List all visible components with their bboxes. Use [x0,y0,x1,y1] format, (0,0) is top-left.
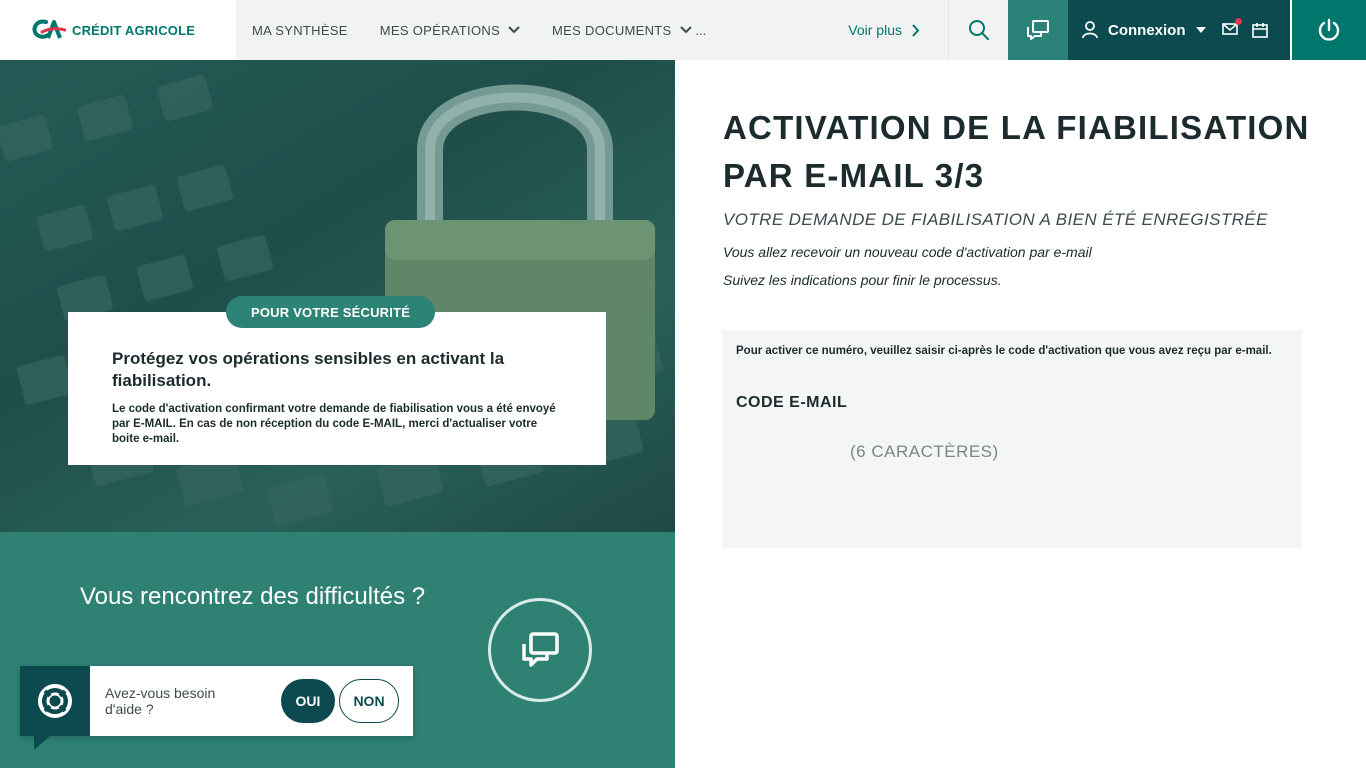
chat-button[interactable] [1008,0,1068,60]
code-email-label: CODE E-MAIL [736,394,848,411]
chevron-down-icon [508,26,520,34]
help-no-button[interactable]: NON [339,679,399,723]
messages-button[interactable] [1221,17,1242,39]
security-title: Protégez vos opérations sensibles en act… [112,349,505,390]
connexion-label: Connexion [1108,21,1186,39]
security-badge: POUR VOTRE SÉCURITÉ [226,296,436,328]
help-chat-button[interactable] [488,598,592,702]
user-icon [1082,21,1098,39]
security-card: Protégez vos opérations sensibles en act… [68,312,606,465]
brand-logo-icon [32,19,66,39]
nav-overflow-ellipsis: ... [695,22,707,38]
search-icon [968,20,989,40]
confirmation-subtitle: VOTRE DEMANDE DE FIABILISATION A BIEN ÉT… [723,210,1268,229]
code-email-input[interactable] [850,438,1150,466]
power-icon [1318,18,1340,41]
security-hero-image: POUR VOTRE SÉCURITÉ Protégez vos opérati… [0,60,675,532]
connexion-menu[interactable]: Connexion [1068,0,1290,60]
nav-item-label: MA SYNTHÈSE [252,22,348,38]
nav-item-label: MES OPÉRATIONS [379,22,501,38]
main-nav: MA SYNTHÈSE MES OPÉRATIONS MES DOCUMENTS… [236,0,948,60]
mail-icon [1221,22,1238,35]
logout-button[interactable] [1290,0,1366,60]
nav-item-synthese[interactable]: MA SYNTHÈSE [236,0,364,60]
top-header: CRÉDIT AGRICOLE MA SYNTHÈSE MES OPÉRATIO… [0,0,1366,60]
notification-dot [1234,17,1242,25]
security-text: Le code d'activation confirmant votre de… [112,403,556,445]
caret-down-icon [1195,27,1206,33]
main-content: ACTIVATION DE LA FIABILISATION PAR E-MAI… [675,60,1366,768]
search-button[interactable] [948,0,1008,60]
chevron-down-icon [679,26,692,34]
brand-logo[interactable]: CRÉDIT AGRICOLE [0,0,236,60]
chat-icon [522,632,559,667]
calendar-icon[interactable] [1251,22,1268,38]
lifebuoy-icon [38,684,72,718]
voir-plus-label: Voir plus [848,22,902,38]
help-widget: Avez-vous besoin d'aide ? OUI NON [20,666,413,750]
help-question: Vous rencontrez des difficultés ? [80,583,426,610]
help-yes-button[interactable]: OUI [281,679,335,723]
page-title: ACTIVATION DE LA FIABILISATION PAR E-MAI… [723,109,1310,194]
nav-item-label: MES DOCUMENTS [552,22,672,38]
widget-speech-tail [34,736,50,750]
help-widget-question: Avez-vous besoin d'aide ? [105,685,216,717]
nav-item-documents[interactable]: MES DOCUMENTS [536,0,707,60]
voir-plus-button[interactable]: Voir plus [848,0,920,60]
chevron-right-icon [912,23,920,37]
nav-item-operations[interactable]: MES OPÉRATIONS [364,0,536,60]
brand-name: CRÉDIT AGRICOLE [72,22,196,38]
chat-icon [1027,20,1049,40]
info-line-instructions: Suivez les indications pour finir le pro… [723,272,1002,288]
code-instruction: Pour activer ce numéro, veuillez saisir … [736,345,1272,357]
info-line-email: Vous allez recevoir un nouveau code d'ac… [723,244,1092,260]
activation-code-panel: Pour activer ce numéro, veuillez saisir … [722,330,1302,548]
help-widget-icon-box [20,666,90,750]
